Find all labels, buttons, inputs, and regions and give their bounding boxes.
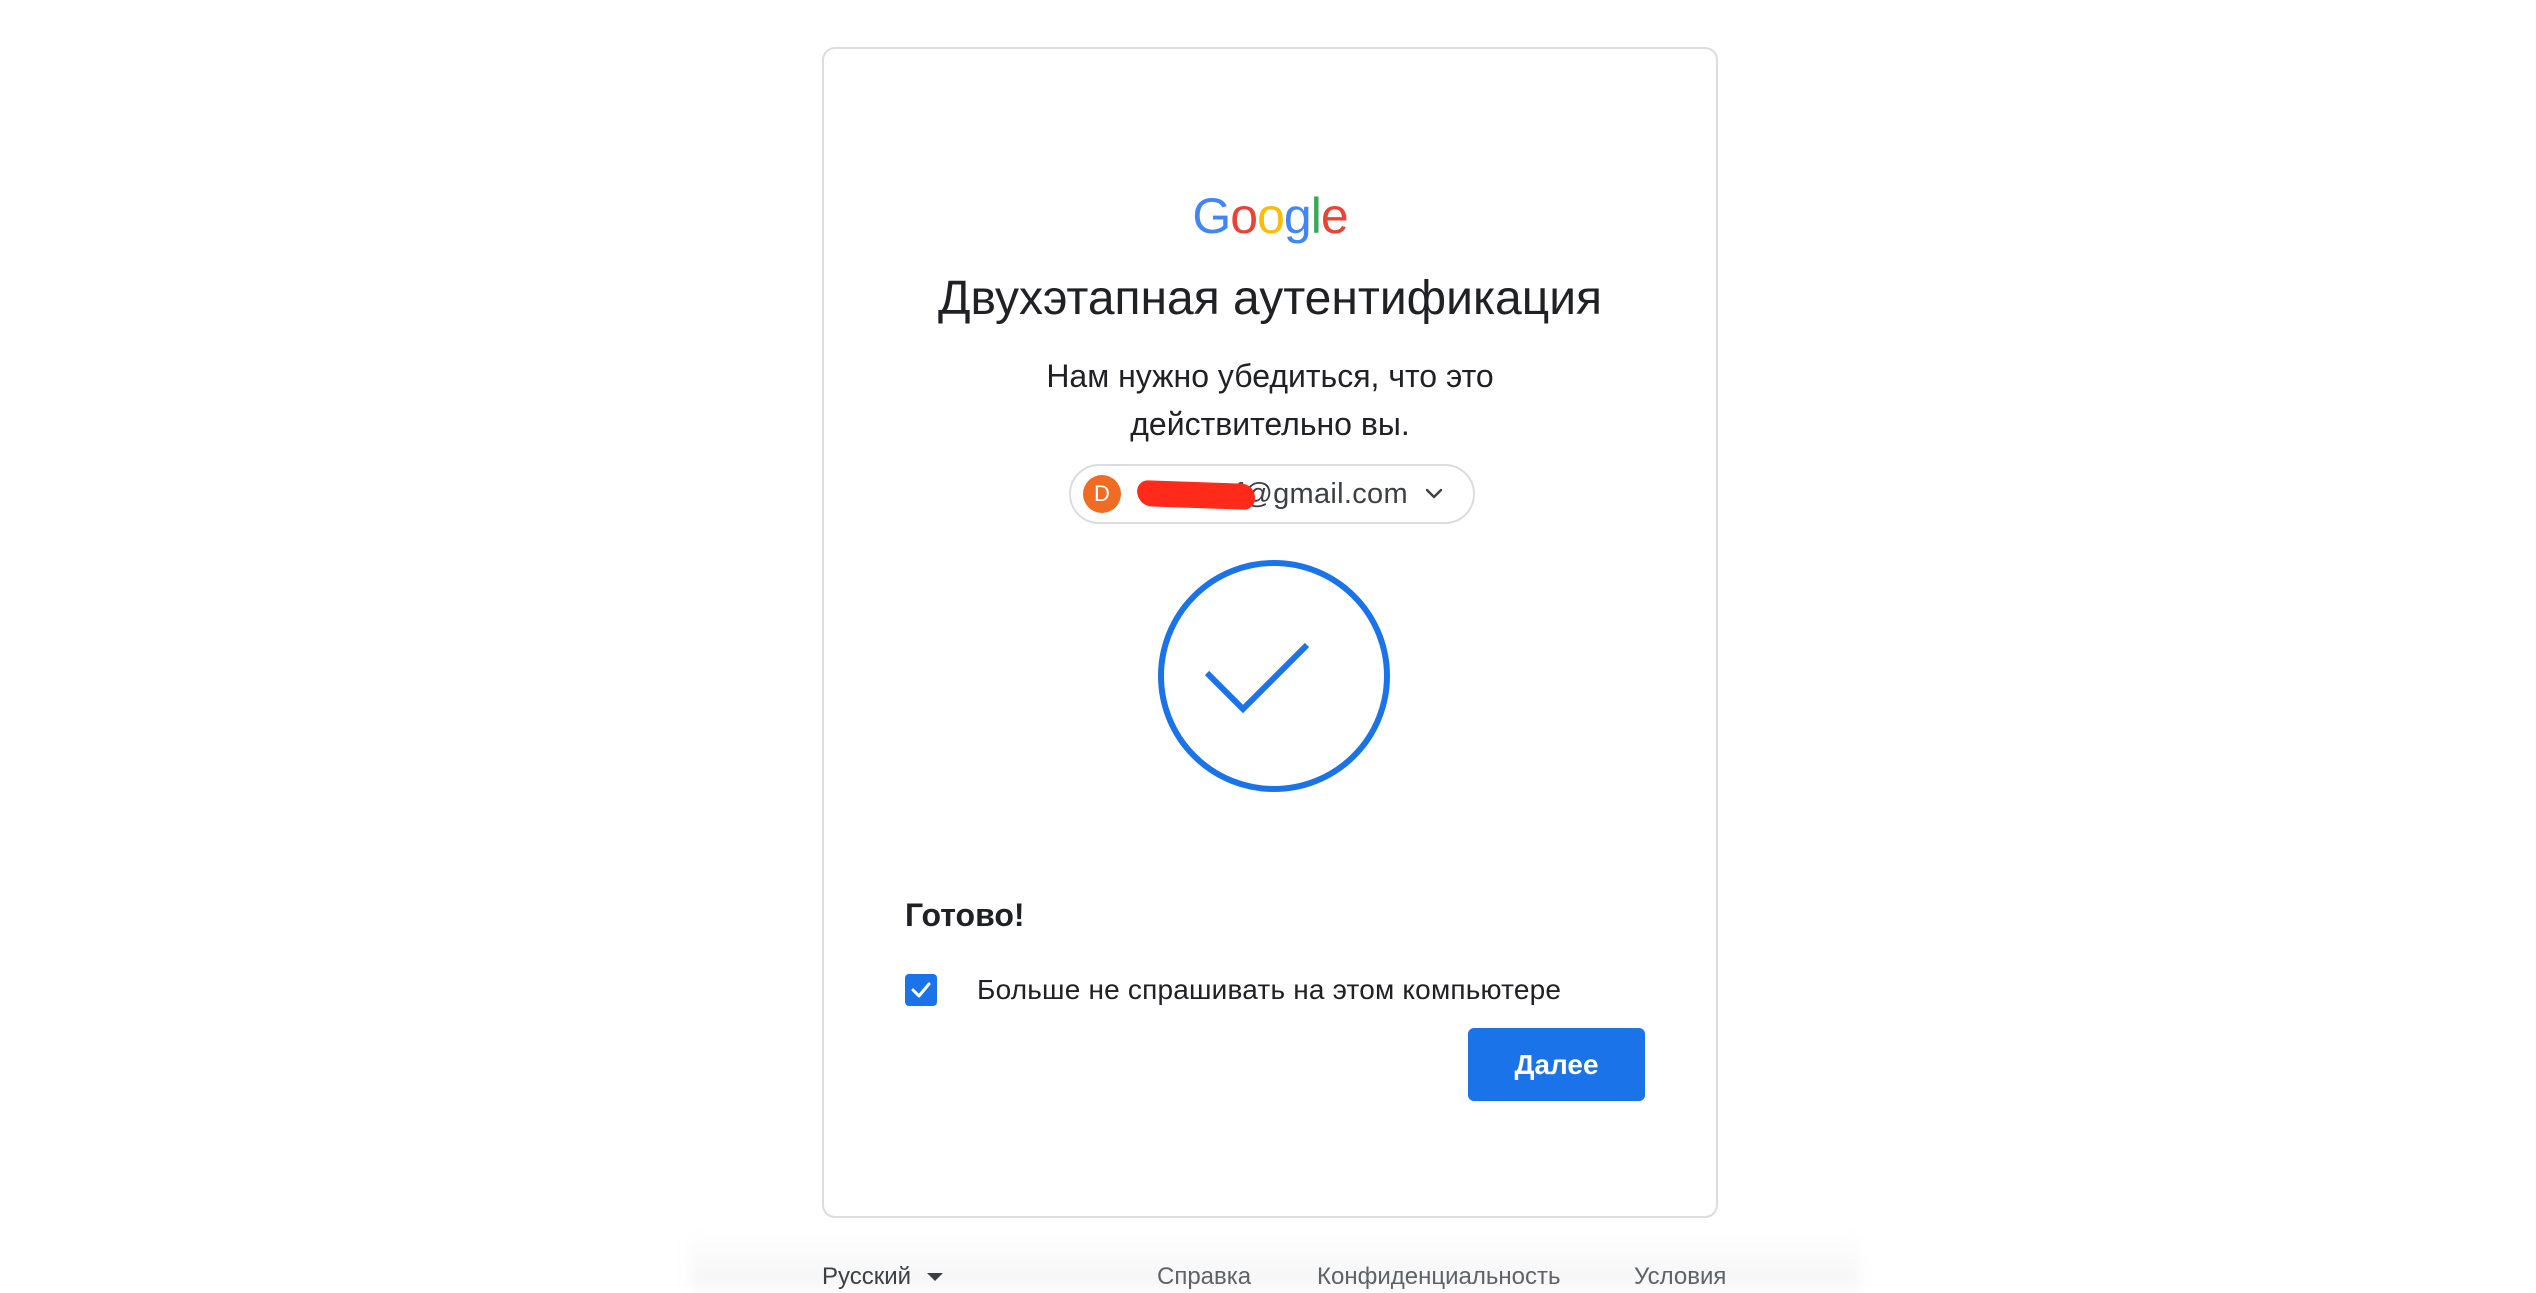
logo-letter: G [1192, 188, 1231, 244]
next-button[interactable]: Далее [1468, 1028, 1645, 1101]
redaction-mark [1136, 479, 1256, 510]
logo-letter: g [1283, 188, 1312, 244]
check-circle-icon [1158, 560, 1390, 792]
footer-link-terms[interactable]: Условия [1634, 1263, 1726, 1291]
remember-device-checkbox[interactable] [905, 974, 937, 1006]
logo-letter: e [1320, 188, 1349, 244]
avatar: D [1083, 475, 1121, 513]
remember-device-row[interactable]: Больше не спрашивать на этом компьютере [905, 974, 1561, 1006]
done-label: Готово! [905, 897, 1025, 933]
language-selector[interactable]: Русский [822, 1263, 944, 1291]
logo-letter: l [1310, 188, 1322, 244]
account-chip[interactable]: D f@gmail.com [1069, 464, 1475, 524]
caret-down-icon [927, 1273, 944, 1281]
logo-letter: o [1230, 188, 1258, 244]
footer-link-help[interactable]: Справка [1157, 1263, 1251, 1291]
google-logo: Google [824, 187, 1716, 245]
sign-in-card: Google Двухэтапная аутентификация Нам ну… [822, 47, 1718, 1218]
footer: Русский Справка Конфиденциальность Услов… [822, 1263, 1726, 1293]
chevron-down-icon [1425, 488, 1443, 499]
logo-letter: o [1257, 188, 1285, 244]
footer-link-privacy[interactable]: Конфиденциальность [1317, 1263, 1560, 1291]
account-email-text: f@gmail.com [1235, 477, 1408, 510]
page-subtitle: Нам нужно убедиться, что это действитель… [1046, 358, 1494, 442]
page-title: Двухэтапная аутентификация [937, 272, 1602, 325]
language-label: Русский [822, 1263, 912, 1290]
checkmark-icon [911, 982, 931, 998]
remember-device-label: Больше не спрашивать на этом компьютере [977, 974, 1562, 1005]
account-email: f@gmail.com [1131, 478, 1408, 511]
